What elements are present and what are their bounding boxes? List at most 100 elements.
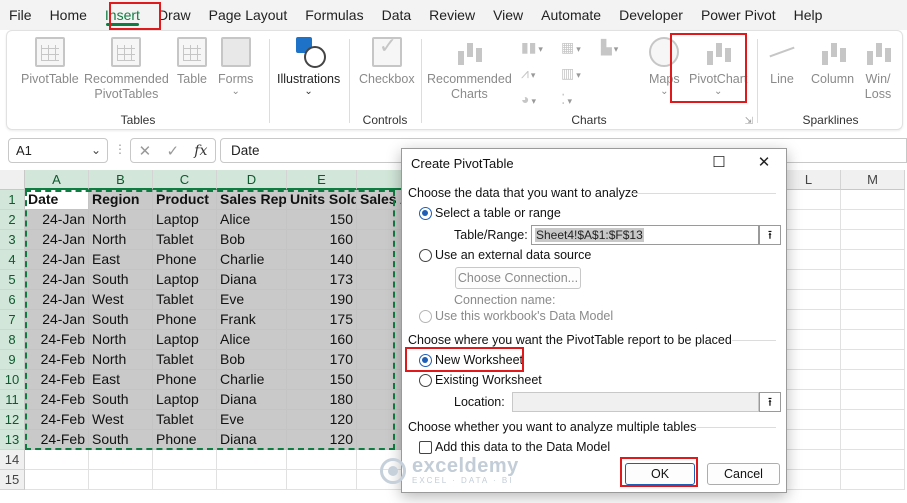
cell-m4[interactable] xyxy=(841,250,905,270)
cell-m15[interactable] xyxy=(841,470,905,490)
charts-dialog-launcher-icon[interactable]: ⇲ xyxy=(745,116,753,127)
recommended-pivottables-button[interactable]: Recommended PivotTables xyxy=(84,37,169,102)
pivotchart-button[interactable]: PivotChart ⌄ xyxy=(689,37,747,97)
cell-c9[interactable]: Tablet xyxy=(153,350,217,370)
row-header-4[interactable]: 4 xyxy=(0,250,25,270)
column-header-a[interactable]: A xyxy=(25,170,89,190)
cell-e10[interactable]: 150 xyxy=(287,370,357,390)
cell-e4[interactable]: 140 xyxy=(287,250,357,270)
cell-d6[interactable]: Eve xyxy=(217,290,287,310)
menu-item-power-pivot[interactable]: Power Pivot xyxy=(692,0,785,30)
cell-d9[interactable]: Bob xyxy=(217,350,287,370)
cell-a8[interactable]: 24-Feb xyxy=(25,330,89,350)
cell-c5[interactable]: Laptop xyxy=(153,270,217,290)
menu-item-automate[interactable]: Automate xyxy=(532,0,610,30)
row-header-3[interactable]: 3 xyxy=(0,230,25,250)
cell-a11[interactable]: 24-Feb xyxy=(25,390,89,410)
cell-m8[interactable] xyxy=(841,330,905,350)
cell-c13[interactable]: Phone xyxy=(153,430,217,450)
column-header-b[interactable]: B xyxy=(89,170,153,190)
cell-b14[interactable] xyxy=(89,450,153,470)
cell-d7[interactable]: Frank xyxy=(217,310,287,330)
cell-d13[interactable]: Diana xyxy=(217,430,287,450)
cell-a15[interactable] xyxy=(25,470,89,490)
cell-c14[interactable] xyxy=(153,450,217,470)
cell-a10[interactable]: 24-Feb xyxy=(25,370,89,390)
radio-select-table[interactable] xyxy=(419,207,432,220)
cell-d4[interactable]: Charlie xyxy=(217,250,287,270)
sparkline-winloss-button[interactable]: Win/ Loss xyxy=(863,37,893,102)
forms-button[interactable]: Forms ⌄ xyxy=(218,37,253,97)
cell-e5[interactable]: 173 xyxy=(287,270,357,290)
collapse-range-button[interactable]: ⭱ xyxy=(759,225,781,245)
cell-d1[interactable]: Sales Rep xyxy=(217,190,287,210)
cell-e9[interactable]: 170 xyxy=(287,350,357,370)
cell-c3[interactable]: Tablet xyxy=(153,230,217,250)
sparkline-column-button[interactable]: Column xyxy=(811,37,854,87)
cell-d8[interactable]: Alice xyxy=(217,330,287,350)
menu-item-review[interactable]: Review xyxy=(420,0,484,30)
pie-chart-dropdown[interactable]: ◕ xyxy=(521,89,547,109)
cell-d11[interactable]: Diana xyxy=(217,390,287,410)
cell-d2[interactable]: Alice xyxy=(217,210,287,230)
cell-a13[interactable]: 24-Feb xyxy=(25,430,89,450)
row-header-1[interactable]: 1 xyxy=(0,190,25,210)
cell-b2[interactable]: North xyxy=(89,210,153,230)
table-button[interactable]: Table xyxy=(177,37,207,87)
select-all-corner[interactable] xyxy=(0,170,25,190)
radio-data-model[interactable] xyxy=(419,310,432,323)
enter-icon[interactable]: ✓ xyxy=(166,142,179,160)
cell-e12[interactable]: 120 xyxy=(287,410,357,430)
hierarchy-chart-dropdown[interactable]: ▦ xyxy=(561,37,587,57)
cell-b8[interactable]: North xyxy=(89,330,153,350)
checkbox-button[interactable]: Checkbox xyxy=(359,37,415,87)
cell-e15[interactable] xyxy=(287,470,357,490)
menu-item-insert[interactable]: Insert xyxy=(96,0,149,30)
row-header-15[interactable]: 15 xyxy=(0,470,25,490)
row-header-10[interactable]: 10 xyxy=(0,370,25,390)
column-chart-dropdown[interactable]: ▮▮ xyxy=(521,37,547,57)
cell-b1[interactable]: Region xyxy=(89,190,153,210)
row-header-14[interactable]: 14 xyxy=(0,450,25,470)
cell-b4[interactable]: East xyxy=(89,250,153,270)
cell-e2[interactable]: 150 xyxy=(287,210,357,230)
menu-item-page-layout[interactable]: Page Layout xyxy=(200,0,297,30)
cell-c15[interactable] xyxy=(153,470,217,490)
cell-a2[interactable]: 24-Jan xyxy=(25,210,89,230)
cell-m7[interactable] xyxy=(841,310,905,330)
row-header-5[interactable]: 5 xyxy=(0,270,25,290)
cell-a12[interactable]: 24-Feb xyxy=(25,410,89,430)
table-range-input[interactable]: Sheet4!$A$1:$F$13 xyxy=(531,225,759,245)
cell-b5[interactable]: South xyxy=(89,270,153,290)
cell-b10[interactable]: East xyxy=(89,370,153,390)
cell-m13[interactable] xyxy=(841,430,905,450)
radio-external-source[interactable] xyxy=(419,249,432,262)
column-header-c[interactable]: C xyxy=(153,170,217,190)
cell-b6[interactable]: West xyxy=(89,290,153,310)
cell-m14[interactable] xyxy=(841,450,905,470)
cell-m12[interactable] xyxy=(841,410,905,430)
cancel-button[interactable]: Cancel xyxy=(707,463,780,485)
menu-item-formulas[interactable]: Formulas xyxy=(296,0,372,30)
cell-e1[interactable]: Units Sold xyxy=(287,190,357,210)
cell-a1[interactable]: Date xyxy=(25,190,89,210)
chevron-down-icon[interactable]: ⌄ xyxy=(91,139,101,162)
cell-a4[interactable]: 24-Jan xyxy=(25,250,89,270)
insert-function-icon[interactable]: fx xyxy=(194,143,207,159)
line-chart-dropdown[interactable]: ⩘ xyxy=(521,63,547,83)
menu-item-home[interactable]: Home xyxy=(41,0,96,30)
cell-m2[interactable] xyxy=(841,210,905,230)
cell-b12[interactable]: West xyxy=(89,410,153,430)
cell-b15[interactable] xyxy=(89,470,153,490)
cell-d10[interactable]: Charlie xyxy=(217,370,287,390)
cell-d14[interactable] xyxy=(217,450,287,470)
menu-item-help[interactable]: Help xyxy=(785,0,832,30)
pivottable-button[interactable]: PivotTable xyxy=(21,37,79,87)
cell-b11[interactable]: South xyxy=(89,390,153,410)
cell-a14[interactable] xyxy=(25,450,89,470)
row-header-9[interactable]: 9 xyxy=(0,350,25,370)
menu-item-draw[interactable]: Draw xyxy=(149,0,200,30)
cell-m10[interactable] xyxy=(841,370,905,390)
collapse-location-button[interactable]: ⭱ xyxy=(759,392,781,412)
menu-item-view[interactable]: View xyxy=(484,0,532,30)
